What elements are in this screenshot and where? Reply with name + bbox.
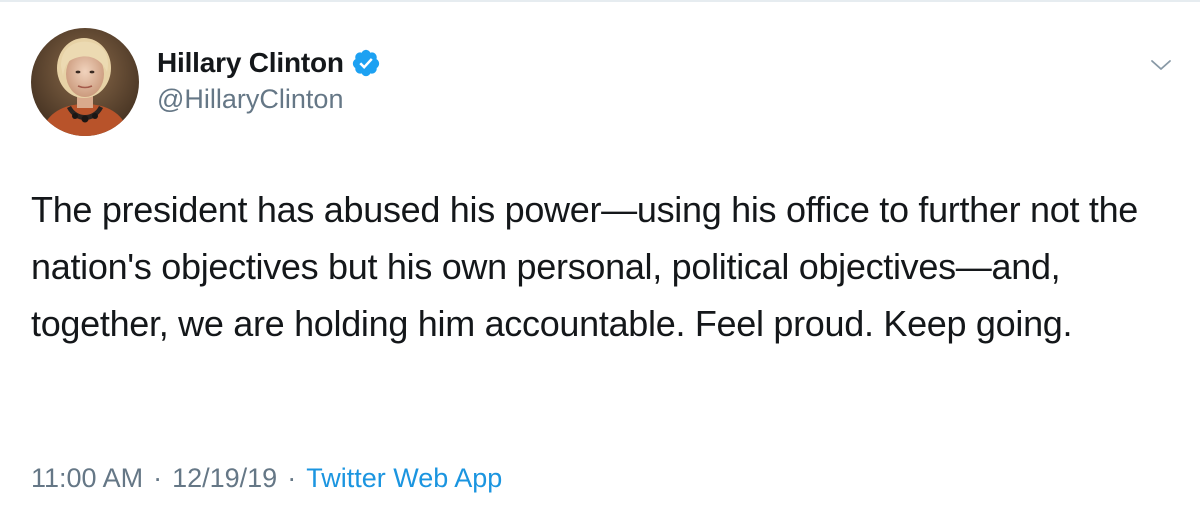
tweet-card: Hillary Clinton @HillaryClinton The pres…: [0, 0, 1200, 527]
tweet-metadata: 11:00 AM · 12/19/19 · Twitter Web App: [31, 463, 502, 494]
avatar[interactable]: [31, 28, 139, 136]
tweet-date[interactable]: 12/19/19: [172, 463, 277, 494]
meta-separator: ·: [153, 463, 163, 493]
verified-badge-icon: [351, 48, 381, 78]
tweet-text: The president has abused his power—using…: [31, 189, 1139, 344]
tweet-author: Hillary Clinton @HillaryClinton: [157, 44, 381, 115]
author-handle[interactable]: @HillaryClinton: [157, 84, 381, 115]
tweet-time[interactable]: 11:00 AM: [31, 463, 143, 494]
meta-separator: ·: [287, 463, 297, 493]
author-name-row[interactable]: Hillary Clinton: [157, 44, 381, 82]
chevron-down-icon[interactable]: [1149, 56, 1173, 76]
profile-photo: [31, 28, 139, 136]
tweet-source-link[interactable]: Twitter Web App: [306, 463, 502, 494]
author-display-name[interactable]: Hillary Clinton: [157, 47, 344, 79]
